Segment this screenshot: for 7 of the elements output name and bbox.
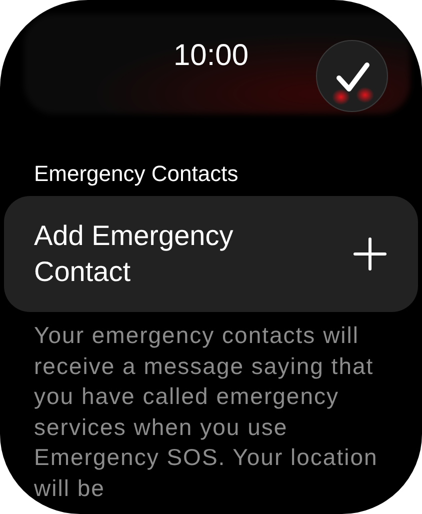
section-header: Emergency Contacts [33,160,240,188]
add-contact-button[interactable]: Add Emergency Contact [4,196,418,312]
clock-time: 10:00 [172,38,250,74]
checkmark-icon [336,62,370,92]
glow-reflection [332,87,374,105]
info-text: Your emergency contacts will receive a message saying that you have called emergency services when you use Emergency SOS. Your location will be [34,321,379,502]
plus-icon [352,236,388,272]
